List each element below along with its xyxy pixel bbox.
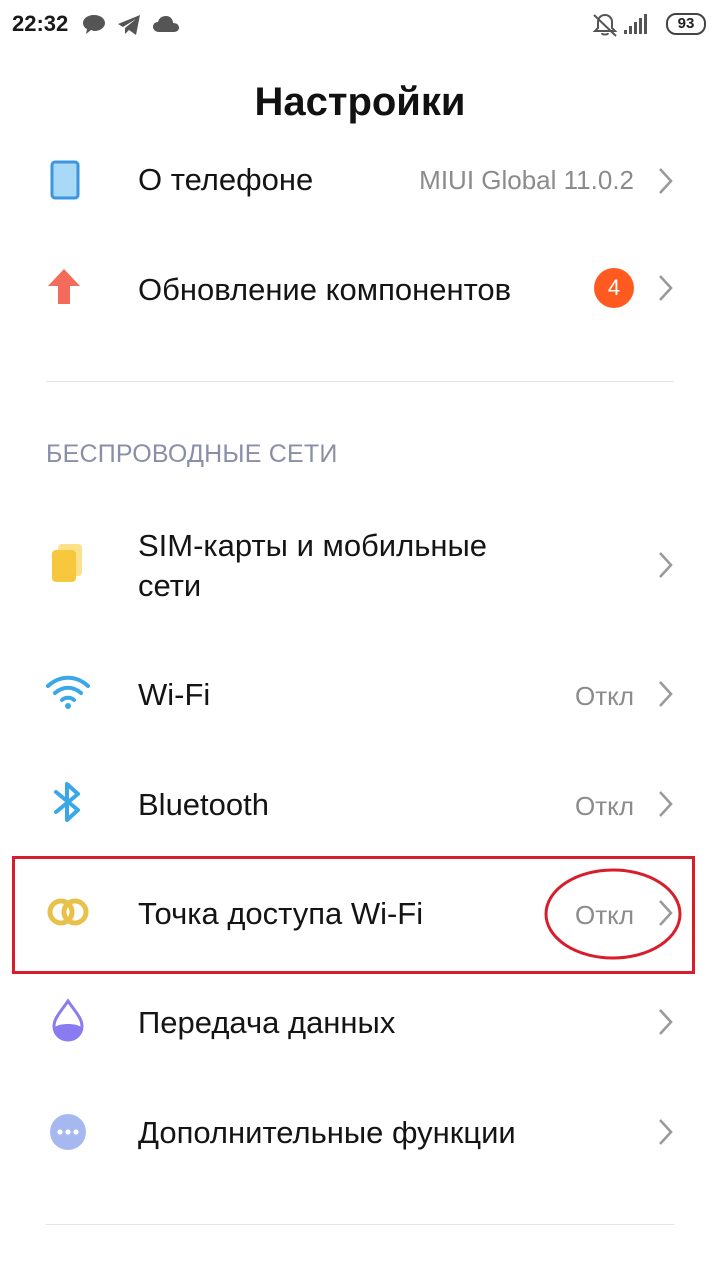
settings-item-sim-cards[interactable]: SIM-карты и мобильные сети — [0, 510, 720, 620]
chevron-right-icon — [659, 275, 673, 301]
settings-item-additional-features[interactable]: Дополнительные функции — [0, 1088, 720, 1178]
item-label: Обновление компонентов — [138, 272, 512, 307]
item-label: Передача данных — [138, 1005, 396, 1040]
battery-level: 93 — [677, 15, 695, 32]
status-time: 22:32 — [12, 11, 69, 36]
chevron-right-icon — [659, 791, 673, 817]
data-drop-icon — [52, 998, 84, 1042]
update-count-badge: 4 — [594, 268, 634, 308]
settings-item-about-phone[interactable]: О телефоне MIUI Global 11.0.2 — [0, 136, 720, 226]
battery-icon: 93 — [666, 13, 706, 35]
section-title-wireless: БЕСПРОВОДНЫЕ СЕТИ — [46, 440, 338, 468]
chevron-right-icon — [659, 1009, 673, 1035]
chat-icon — [83, 15, 105, 34]
item-label-line2: сети — [138, 568, 202, 603]
chevron-right-icon — [659, 1119, 673, 1145]
item-value: Откл — [575, 681, 634, 711]
chevron-right-icon — [659, 552, 673, 578]
section-divider — [46, 381, 674, 382]
item-label: Wi-Fi — [138, 677, 211, 712]
sim-card-icon — [52, 544, 82, 582]
settings-item-component-updates[interactable]: Обновление компонентов 4 — [0, 246, 720, 336]
arrow-up-icon — [48, 269, 80, 304]
telegram-icon — [118, 15, 140, 35]
status-bar: 22:32 93 — [0, 0, 720, 52]
item-value: MIUI Global 11.0.2 — [419, 165, 634, 195]
settings-item-wifi[interactable]: Wi-Fi Откл — [0, 650, 720, 740]
cloud-icon — [153, 16, 179, 32]
annotation-highlight-ellipse — [544, 868, 682, 960]
settings-item-bluetooth[interactable]: Bluetooth Откл — [0, 760, 720, 850]
chevron-right-icon — [659, 681, 673, 707]
bluetooth-icon — [54, 782, 80, 822]
item-label: Bluetooth — [138, 787, 269, 822]
chevron-right-icon — [659, 168, 673, 194]
bell-muted-icon — [592, 13, 618, 37]
item-label: Дополнительные функции — [138, 1115, 516, 1150]
settings-item-data-usage[interactable]: Передача данных — [0, 978, 720, 1068]
signal-icon — [624, 14, 647, 34]
section-divider — [46, 1224, 674, 1225]
page-title: Настройки — [254, 80, 466, 124]
item-value: Откл — [575, 791, 634, 821]
phone-icon — [50, 160, 80, 200]
item-label-line1: SIM-карты и мобильные — [138, 528, 488, 563]
item-label: О телефоне — [138, 162, 314, 197]
wifi-icon — [46, 675, 90, 709]
more-dots-icon — [50, 1114, 86, 1150]
